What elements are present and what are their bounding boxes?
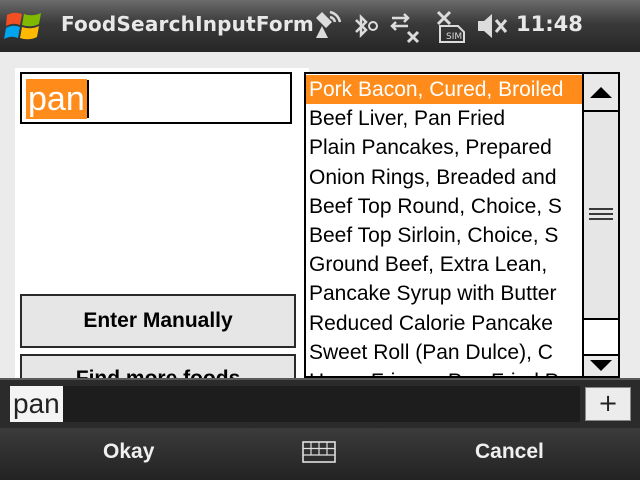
grip-icon: [589, 208, 613, 220]
list-item[interactable]: Plain Pancakes, Prepared: [306, 133, 582, 162]
bluetooth-icon[interactable]: [346, 8, 382, 44]
cancel-softkey[interactable]: Cancel: [475, 440, 544, 464]
svg-text:SIM: SIM: [446, 32, 462, 42]
list-item[interactable]: Ground Beef, Extra Lean,: [306, 250, 582, 279]
okay-softkey[interactable]: Okay: [103, 440, 154, 464]
windows-start-icon[interactable]: [4, 7, 44, 45]
input-bar: pan +: [0, 378, 640, 428]
list-item[interactable]: Beef Top Sirloin, Choice, S: [306, 221, 582, 250]
keyboard-icon[interactable]: [302, 441, 336, 463]
enter-manually-button[interactable]: Enter Manually: [20, 294, 296, 348]
clock[interactable]: 11:48: [516, 12, 583, 36]
list-item[interactable]: Onion Rings, Breaded and: [306, 163, 582, 192]
list-item[interactable]: Beef Top Round, Choice, S: [306, 192, 582, 221]
sync-off-icon[interactable]: [386, 8, 422, 44]
list-item[interactable]: Pork Bacon, Cured, Broiled: [306, 75, 582, 105]
add-button[interactable]: +: [585, 387, 631, 421]
scrollbar[interactable]: [582, 74, 618, 376]
arrow-up-icon: [590, 87, 612, 98]
results-list[interactable]: Pork Bacon, Cured, Broiled Beef Liver, Pa…: [304, 72, 620, 378]
text-caret: [87, 80, 89, 118]
input-field-text: pan: [10, 386, 63, 422]
softkey-bar: Okay Cancel: [0, 428, 640, 480]
scroll-track[interactable]: [584, 320, 618, 356]
scroll-thumb[interactable]: [584, 112, 618, 320]
scroll-up-button[interactable]: [584, 74, 618, 112]
volume-off-icon[interactable]: [474, 8, 510, 44]
scroll-down-button[interactable]: [584, 356, 618, 376]
app-title: FoodSearchInputForm: [61, 12, 314, 36]
results-rows: Pork Bacon, Cured, Broiled Beef Liver, Pa…: [306, 75, 582, 376]
list-item[interactable]: Beef Liver, Pan Fried: [306, 104, 582, 133]
list-item[interactable]: Home Fries or Pan Fried P: [306, 367, 582, 376]
title-bar: FoodSearchInputForm SIM 11:48: [0, 0, 640, 52]
list-item[interactable]: Pancake Syrup with Butter: [306, 279, 582, 308]
search-field-text: pan: [26, 79, 87, 119]
input-field[interactable]: pan: [10, 386, 580, 422]
arrow-down-icon: [590, 360, 612, 371]
list-item[interactable]: Reduced Calorie Pancake: [306, 309, 582, 338]
list-item[interactable]: Sweet Roll (Pan Dulce), C: [306, 338, 582, 367]
data-connection-icon[interactable]: [308, 8, 344, 44]
search-field[interactable]: pan: [20, 72, 292, 124]
no-sim-icon[interactable]: SIM: [432, 8, 468, 44]
